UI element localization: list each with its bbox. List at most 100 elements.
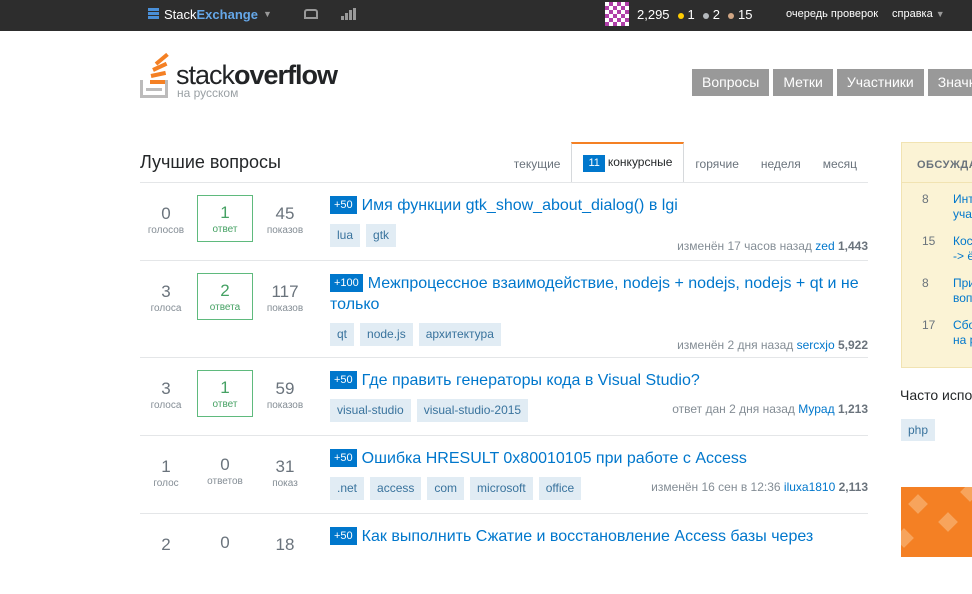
stackexchange-menu[interactable]: Stack Exchange ▼ [148, 6, 272, 22]
tag[interactable]: visual-studio [330, 399, 411, 422]
tab-hot[interactable]: горячие [684, 145, 749, 183]
answers-label: ответов [207, 476, 243, 487]
question-meta: изменён 17 часов назад zed 1,443 [677, 239, 868, 253]
nav-badges[interactable]: Значки [927, 69, 972, 96]
bounty-badge[interactable]: +50 [330, 527, 357, 545]
bronze-badge-value: 15 [738, 7, 753, 22]
question-row: 2 0 18 +50 Как выполнить Сжатие и восстан… [140, 514, 868, 594]
advertisement-banner[interactable] [901, 487, 972, 557]
bounty-badge[interactable]: +50 [330, 371, 357, 389]
tag[interactable]: qt [330, 323, 355, 346]
avatar[interactable] [605, 2, 629, 26]
tag[interactable]: lua [330, 224, 361, 247]
tab-month[interactable]: месяц [812, 145, 868, 183]
question-stats: 0 голосов 1 ответ 45 показов [140, 195, 324, 245]
answers-label: ответ [212, 399, 238, 410]
views-stat: 59 показов [257, 378, 313, 412]
tag[interactable]: microsoft [470, 477, 533, 500]
nav-tags[interactable]: Метки [773, 69, 833, 96]
question-title-link[interactable]: Как выполнить Сжатие и восстановление Ac… [362, 528, 814, 545]
help-menu[interactable]: справка ▼ [892, 8, 945, 20]
question-meta: изменён 2 дня назад sercxjo 5,922 [677, 338, 868, 352]
sidebar-item-link[interactable]: Сбона р [953, 318, 972, 348]
silver-badge-count: 2 [702, 7, 720, 22]
question-meta: ответ дан 2 дня назад Мурад 1,213 [672, 402, 868, 416]
stackoverflow-icon [140, 52, 174, 102]
tag[interactable]: gtk [366, 224, 397, 247]
votes-count: 3 [161, 379, 171, 398]
page-title: Лучшие вопросы [140, 152, 281, 172]
meta-user-link[interactable]: Мурад [798, 402, 834, 416]
meta-action: изменён 17 часов назад [677, 239, 812, 253]
views-count: 31 [275, 457, 295, 476]
featured-count-badge: 11 [583, 155, 605, 172]
meta-action: ответ дан 2 дня назад [672, 402, 795, 416]
views-stat: 18 [257, 534, 313, 556]
meta-action: изменён 16 сен в 12:36 [651, 480, 781, 494]
answers-count: 0 [220, 455, 230, 474]
stackoverflow-logo[interactable]: stackoverflow на русском [140, 52, 338, 102]
views-stat: 45 показов [257, 203, 313, 237]
achievements-icon[interactable] [341, 8, 357, 20]
question-summary: +100 Межпроцессное взаимодействие, nodejs… [330, 273, 868, 352]
nav-questions[interactable]: Вопросы [692, 69, 770, 96]
chevron-down-icon: ▼ [262, 9, 272, 19]
question-title-link[interactable]: Ошибка HRESULT 0x80010105 при работе с A… [362, 450, 747, 467]
sidebar-item-link[interactable]: Инт уча [953, 192, 972, 222]
reputation-badges[interactable]: 2,295 1 2 15 [637, 7, 752, 22]
meta-user-link[interactable]: zed [815, 239, 834, 253]
views-stat: 117 показов [257, 281, 313, 315]
question-title-link[interactable]: Межпроцессное взаимодействие, nodejs + n… [330, 275, 859, 313]
tab-featured[interactable]: 11 конкурсные [571, 142, 685, 183]
inbox-icon[interactable] [304, 9, 318, 19]
votes-count: 1 [161, 457, 171, 476]
silver-badge-icon [702, 12, 709, 19]
answers-stat: 2 ответа [197, 273, 253, 320]
bounty-badge[interactable]: +50 [330, 196, 357, 214]
question-title-link[interactable]: Имя функции gtk_show_about_dialog() в lg… [362, 197, 678, 214]
answers-stat: 0 [197, 526, 253, 573]
tag[interactable]: visual-studio-2015 [416, 399, 529, 422]
tab-week[interactable]: неделя [750, 145, 812, 183]
meta-user-link[interactable]: iluxa1810 [784, 480, 835, 494]
gold-badge-icon [677, 12, 684, 19]
meta-reputation: 5,922 [837, 338, 868, 352]
sidebar-item-link[interactable]: Кос -> ё [953, 234, 972, 264]
stackexchange-icon [148, 8, 159, 20]
meta-reputation: 2,113 [838, 480, 868, 494]
sidebar-item-line1: Кос [953, 234, 972, 248]
bounty-badge[interactable]: +100 [330, 274, 363, 292]
meta-user-link[interactable]: sercxjo [797, 338, 835, 352]
votes-label: голос [153, 478, 179, 489]
question-row: 1 голос 0 ответов 31 показ +50 Ошибка HRESUL… [140, 436, 868, 514]
question-summary: +50 Как выполнить Сжатие и восстановление… [330, 526, 868, 547]
question-stats: 3 голоса 1 ответ 59 показов [140, 370, 324, 420]
sidebar-item-count: 17 [922, 318, 936, 332]
sidebar-item-link[interactable]: При воп [953, 276, 972, 306]
tag[interactable]: .net [330, 477, 365, 500]
question-summary: +50 Ошибка HRESULT 0x80010105 при работе … [330, 448, 868, 500]
gold-badge-value: 1 [687, 7, 695, 22]
tag[interactable]: access [370, 477, 422, 500]
tag[interactable]: com [427, 477, 465, 500]
tab-featured-label: конкурсные [607, 155, 673, 169]
question-summary: +50 Имя функции gtk_show_about_dialog() в… [330, 195, 868, 253]
answers-count: 1 [220, 203, 230, 222]
tag[interactable]: node.js [360, 323, 413, 346]
hot-meta-box: ОБСУЖДАЕМ 8 Интуча 15 Кос-> ё 8 Привоп 1… [901, 142, 972, 368]
review-queue-link[interactable]: очередь проверок [786, 8, 878, 20]
chevron-down-icon: ▼ [935, 9, 945, 19]
tag[interactable]: архитектура [418, 323, 501, 346]
brand-part1: Stack [164, 6, 197, 22]
tag[interactable]: php [901, 419, 936, 441]
sidebar-item-line1: Инт [953, 192, 972, 206]
votes-count: 3 [161, 282, 171, 301]
votes-stat: 2 [138, 534, 194, 556]
reputation-value: 2,295 [637, 7, 670, 22]
bounty-badge[interactable]: +50 [330, 449, 357, 467]
tab-active[interactable]: текущие [503, 145, 572, 183]
question-title-link[interactable]: Где править генераторы кода в Visual Stu… [362, 372, 700, 389]
tag[interactable]: office [538, 477, 582, 500]
nav-users[interactable]: Участники [836, 69, 924, 96]
question-row: 3 голоса 1 ответ 59 показов +50 Где править … [140, 358, 868, 436]
